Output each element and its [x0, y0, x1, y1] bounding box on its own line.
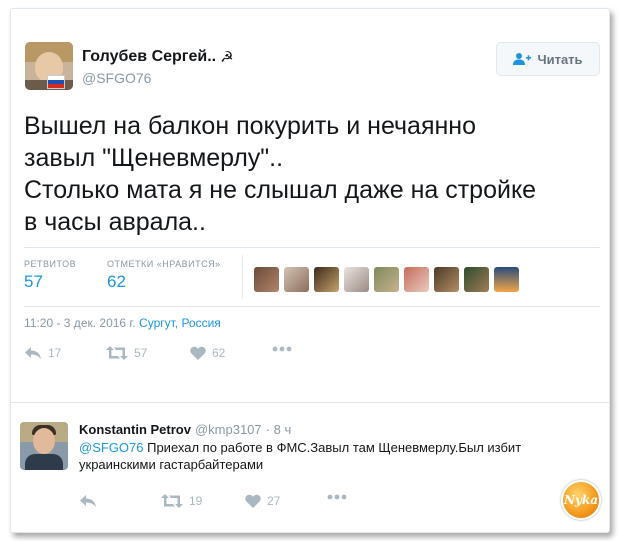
reply-like-action[interactable]: 27: [245, 494, 280, 508]
user-name-row[interactable]: Голубев Сергей.. ☭: [82, 48, 234, 66]
retweet-action[interactable]: 57: [106, 346, 147, 360]
reply-more-action[interactable]: [327, 494, 347, 500]
reply-handle[interactable]: @kmp3107: [195, 422, 262, 437]
reply-count: 17: [48, 346, 62, 360]
reply-action[interactable]: 17: [24, 346, 61, 360]
display-name[interactable]: Голубев Сергей..: [82, 48, 216, 66]
more-icon: [272, 346, 292, 352]
retweet-icon: [106, 346, 128, 360]
liker-avatar[interactable]: [494, 267, 519, 292]
reply-icon: [80, 495, 96, 507]
tweet-location[interactable]: Сургут, Россия: [139, 316, 221, 330]
reply-text: @SFGO76 Приехал по работе в ФМС.Завыл та…: [79, 439, 569, 473]
hammer-sickle-icon: ☭: [220, 49, 234, 66]
retweet-icon: [161, 494, 183, 508]
russia-flag-icon: [47, 75, 65, 89]
like-count: 62: [212, 346, 226, 360]
heart-icon: [190, 346, 206, 360]
divider: [24, 306, 600, 307]
watermark-logo: Nyka: [561, 480, 601, 520]
likes-count: 62: [107, 272, 126, 291]
reply-actions: 19 27: [79, 494, 379, 512]
retweets-count: 57: [24, 272, 43, 291]
reply-header: Konstantin Petrov @kmp3107 · 8 ч: [79, 422, 291, 437]
reply-body: Приехал по работе в ФМС.Завыл там Щеневм…: [79, 440, 522, 472]
heart-icon: [245, 494, 261, 508]
section-divider: [11, 402, 609, 403]
retweets-label: РЕТВИТОВ: [24, 259, 77, 269]
add-user-icon: [513, 53, 532, 65]
liker-avatar[interactable]: [464, 267, 489, 292]
reply-icon: [25, 347, 41, 359]
liker-avatars: [254, 267, 519, 292]
liker-avatar[interactable]: [374, 267, 399, 292]
screenshot-frame: Голубев Сергей.. ☭ @SFGO76 Читать Вышел …: [10, 8, 610, 533]
follow-button[interactable]: Читать: [496, 42, 600, 76]
stats-separator: [242, 255, 243, 299]
user-handle[interactable]: @SFGO76: [82, 70, 151, 86]
retweet-count: 57: [134, 346, 148, 360]
tweet-meta: 11:20 - 3 дек. 2016 г. Сургут, Россия: [24, 316, 221, 330]
reply-retweet-action[interactable]: 19: [161, 494, 202, 508]
reply-like-count: 27: [267, 494, 281, 508]
reply-user-avatar[interactable]: [20, 422, 68, 470]
like-action[interactable]: 62: [190, 346, 225, 360]
reply-time[interactable]: · 8 ч: [266, 422, 292, 437]
reply-display-name[interactable]: Konstantin Petrov: [79, 422, 191, 437]
tweet-actions: 17 57 62: [24, 346, 324, 364]
liker-avatar[interactable]: [314, 267, 339, 292]
liker-avatar[interactable]: [344, 267, 369, 292]
reply-reply-action[interactable]: [79, 494, 97, 508]
liker-avatar[interactable]: [404, 267, 429, 292]
more-icon: [327, 494, 347, 500]
divider: [24, 247, 600, 248]
liker-avatar[interactable]: [434, 267, 459, 292]
liker-avatar[interactable]: [254, 267, 279, 292]
tweet-timestamp[interactable]: 11:20 - 3 дек. 2016 г.: [24, 316, 136, 330]
likes-stat[interactable]: ОТМЕТКИ «НРАВИТСЯ» 62: [107, 259, 221, 292]
tweet-text: Вышел на балкон покурить и нечаянно завы…: [24, 112, 537, 236]
likes-label: ОТМЕТКИ «НРАВИТСЯ»: [107, 259, 221, 269]
more-action[interactable]: [272, 346, 292, 352]
follow-button-label: Читать: [537, 51, 583, 67]
retweets-stat[interactable]: РЕТВИТОВ 57: [24, 259, 76, 292]
reply-mention[interactable]: @SFGO76: [79, 440, 144, 455]
liker-avatar[interactable]: [284, 267, 309, 292]
reply-retweet-count: 19: [189, 494, 203, 508]
